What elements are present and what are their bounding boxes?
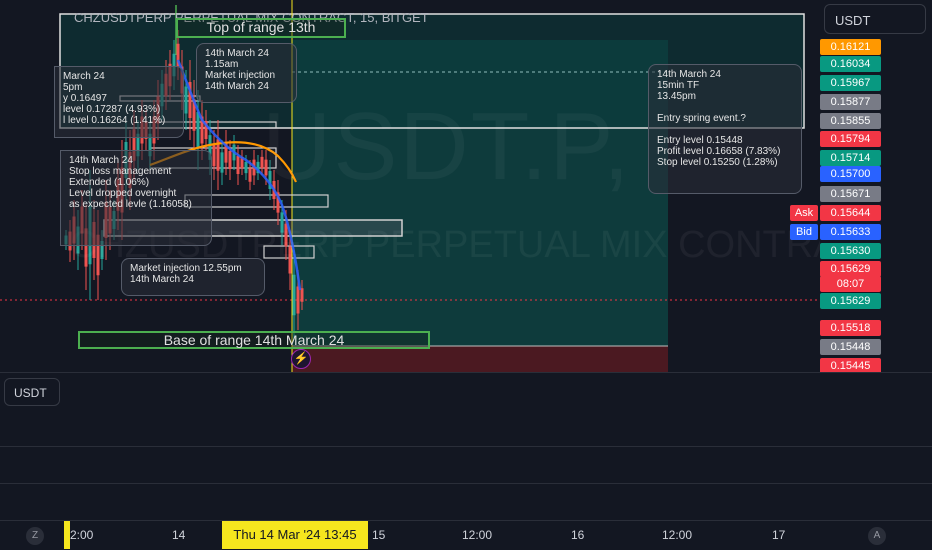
- price-label: 0.15855: [820, 113, 881, 129]
- time-tick: 15: [372, 528, 386, 542]
- stop-zone: [292, 346, 668, 372]
- lightning-icon[interactable]: ⚡: [291, 349, 311, 369]
- price-label: 0.15714: [820, 150, 881, 166]
- candle-body: [220, 152, 224, 173]
- price-label: 0.15700: [820, 166, 881, 182]
- candle-body: [244, 161, 248, 174]
- pane-currency-button[interactable]: USDT: [4, 378, 60, 406]
- crosshair-time-label: Thu 14 Mar '24 13:45: [222, 521, 368, 549]
- base-range-label[interactable]: Base of range 14th March 24: [78, 331, 430, 349]
- candle-body: [196, 112, 200, 148]
- time-tick: 12:00: [662, 528, 693, 542]
- candle-body: [236, 156, 240, 174]
- time-tick: 14: [172, 528, 186, 542]
- price-label: 0.15877: [820, 94, 881, 110]
- note-market-injection-1[interactable]: 14th March 24 1.15am Market injection 14…: [196, 43, 297, 103]
- ask-label: Ask: [790, 205, 818, 221]
- time-tick: 2:00: [70, 528, 94, 542]
- candle-body: [184, 86, 188, 114]
- note-entry-spring[interactable]: 14th March 24 15min TF 13.45pm Entry spr…: [648, 64, 802, 194]
- pane-row: [0, 484, 932, 521]
- candle-body: [292, 274, 296, 316]
- pane-row: [0, 447, 932, 484]
- top-range-label[interactable]: Top of range 13th: [176, 18, 346, 38]
- bid-label: Bid: [790, 224, 818, 240]
- time-tick: 17: [772, 528, 786, 542]
- price-label: 0.15630: [820, 243, 881, 259]
- price-label: 0.15794: [820, 131, 881, 147]
- candle-body: [300, 288, 304, 302]
- candle-body: [248, 168, 252, 182]
- timezone-icon[interactable]: Z: [26, 527, 44, 545]
- auto-scale-icon[interactable]: A: [868, 527, 886, 545]
- note-stop-loss[interactable]: 14th March 24 Stop loss management Exten…: [60, 150, 212, 246]
- time-tick: 12:00: [462, 528, 493, 542]
- price-label: 0.15518: [820, 320, 881, 336]
- price-label: 0.15629: [820, 261, 881, 277]
- price-label: 0.15448: [820, 339, 881, 355]
- pane-row: [0, 410, 932, 447]
- currency-button[interactable]: USDT: [824, 4, 926, 34]
- candle-body: [296, 286, 300, 314]
- note-market-injection-2[interactable]: Market injection 12.55pm 14th March 24: [121, 258, 265, 296]
- price-label: 0.15644: [820, 205, 881, 221]
- symbol-watermark: USDT.P,: [262, 92, 632, 202]
- price-label: 0.16121: [820, 39, 881, 55]
- price-label: 0.16034: [820, 56, 881, 72]
- indicator-pane[interactable]: [0, 372, 932, 521]
- time-tick: 16: [571, 528, 585, 542]
- price-label: 0.15629: [820, 293, 881, 309]
- price-label: 0.15967: [820, 75, 881, 91]
- note-trade-partial[interactable]: March 24 5pm y 0.16497 level 0.17287 (4.…: [54, 66, 184, 138]
- candle-body: [212, 143, 216, 167]
- price-label: 0.15633: [820, 224, 881, 240]
- price-label: 0.15671: [820, 186, 881, 202]
- candle-body: [228, 151, 232, 169]
- price-label: 08:07: [820, 276, 881, 292]
- chart-pane[interactable]: USDT.P, CHZUSDTPERP PERPETUAL MIX CONTRA…: [0, 0, 820, 372]
